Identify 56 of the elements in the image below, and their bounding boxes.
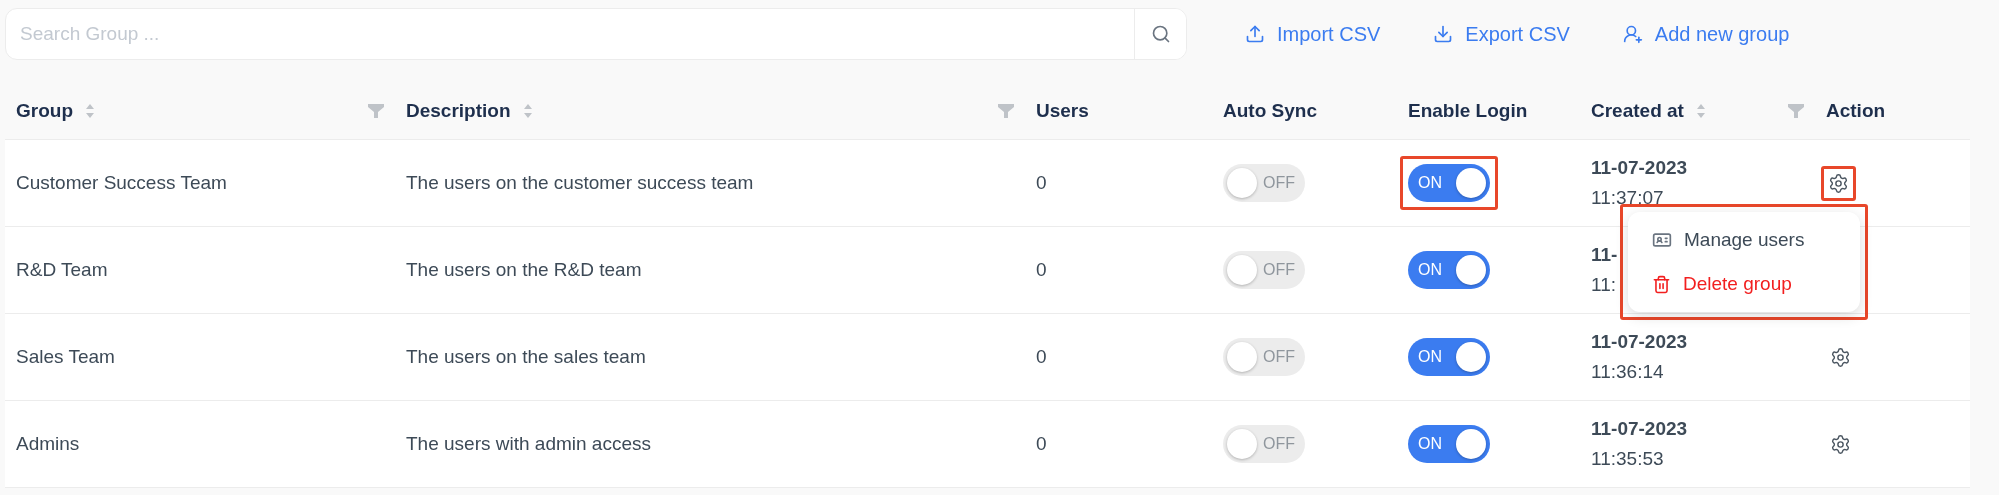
id-card-icon [1652,230,1672,250]
date-text: 11-07-2023 [1591,331,1688,353]
add-user-icon [1622,24,1643,44]
column-header: Group [16,99,73,122]
toggle-switch[interactable]: ON [1408,251,1490,289]
column-header: Enable Login [1408,99,1528,122]
action-link[interactable]: Export CSV [1433,22,1570,46]
filter-icon[interactable] [1788,103,1804,118]
table-cell: Customer Success Team [16,172,227,194]
action-link[interactable]: Import CSV [1245,22,1381,46]
column-header: Action [1826,99,1886,122]
sort-icon[interactable] [85,102,95,119]
time-text: 11:35:53 [1591,448,1664,470]
filter-icon[interactable] [368,103,384,118]
search-icon [1150,24,1171,44]
date-text: 11- [1591,244,1618,266]
column-header: Created at [1591,99,1684,122]
toggle-switch[interactable]: ON [1408,164,1490,202]
settings-icon[interactable] [1830,433,1851,455]
settings-icon[interactable] [1828,172,1849,194]
search-button[interactable] [1134,9,1186,59]
toggle-switch[interactable]: OFF [1223,251,1305,289]
table-cell: 0 [1036,346,1047,368]
time-text: 11:37:07 [1591,187,1664,209]
column-header: Description [406,99,511,122]
column-header: Auto Sync [1223,99,1317,122]
toggle-switch[interactable]: ON [1408,338,1490,376]
toggle-switch[interactable]: OFF [1223,425,1305,463]
table-cell: 0 [1036,433,1047,455]
filter-icon[interactable] [998,103,1014,118]
time-text: 11:36:14 [1591,361,1664,383]
trash-icon [1652,274,1671,294]
upload-icon [1245,24,1265,44]
table-cell: The users on the sales team [406,346,646,368]
menu-item[interactable]: Manage users [1628,218,1860,262]
toggle-switch[interactable]: ON [1408,425,1490,463]
table-cell: 0 [1036,172,1047,194]
toggle-switch[interactable]: OFF [1223,164,1305,202]
date-text: 11-07-2023 [1591,157,1688,179]
download-icon [1433,24,1454,44]
column-header: Users [1036,99,1089,122]
date-text: 11-07-2023 [1591,418,1688,440]
sort-icon[interactable] [522,102,533,119]
table-cell: The users with admin access [406,433,651,455]
toggle-switch[interactable]: OFF [1223,338,1305,376]
action-link[interactable]: Add new group [1622,22,1790,46]
table-cell: The users on the customer success team [406,172,754,194]
table-cell: The users on the R&D team [406,259,642,281]
table-cell: R&D Team [16,259,108,281]
menu-item[interactable]: Delete group [1628,262,1860,306]
table-cell: 0 [1036,259,1047,281]
table-cell: Admins [16,433,80,455]
time-text: 11: [1591,274,1616,296]
table-cell: Sales Team [16,346,115,368]
settings-icon[interactable] [1830,346,1851,368]
sort-icon[interactable] [1695,102,1706,119]
